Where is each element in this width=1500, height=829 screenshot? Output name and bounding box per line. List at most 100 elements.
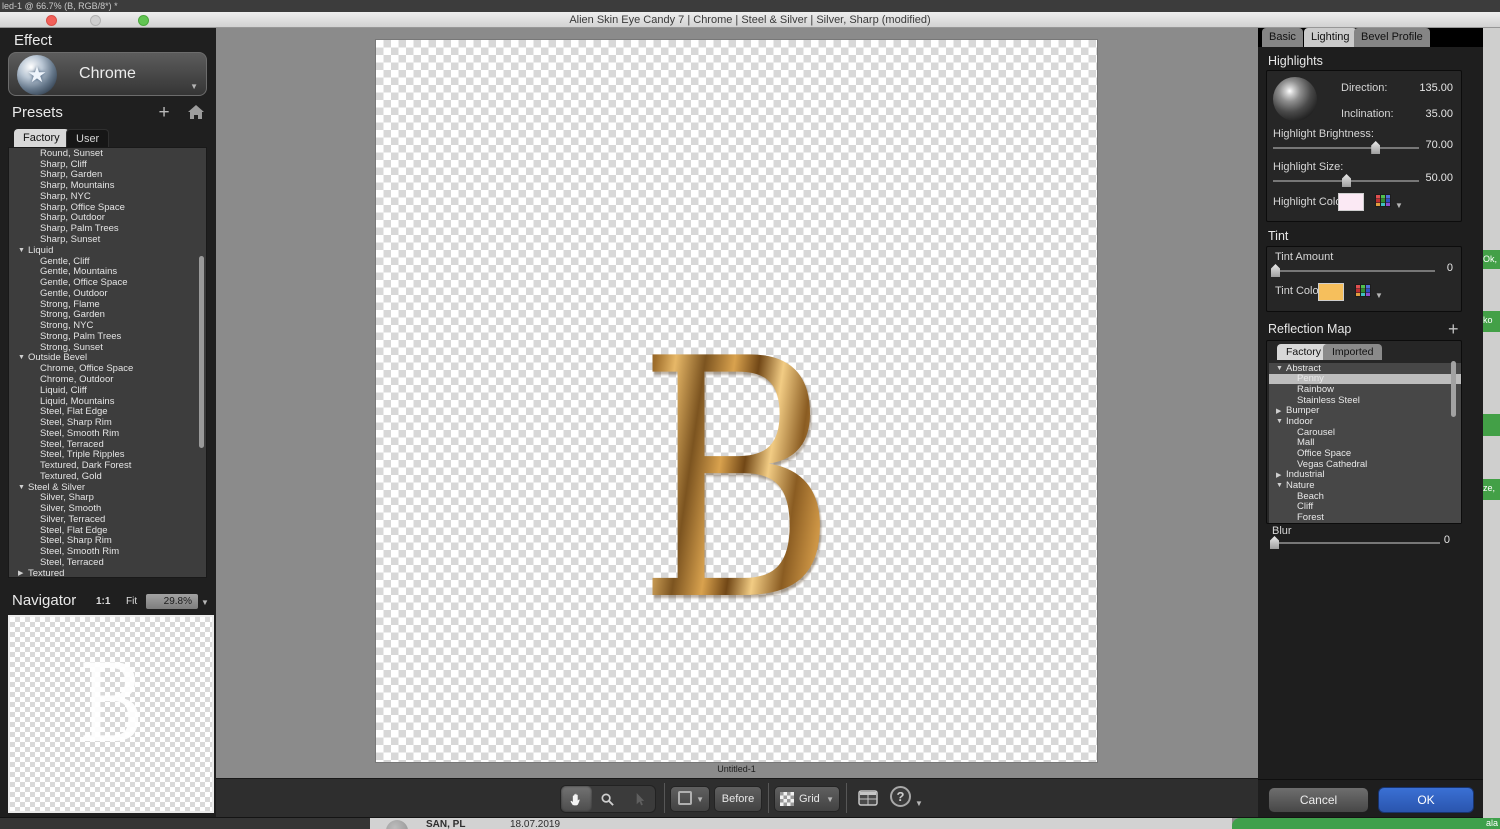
tree-toggle-icon[interactable]: ▶ (18, 569, 28, 577)
light-direction-sphere[interactable] (1273, 77, 1317, 121)
reflection-row[interactable]: Office Space (1269, 448, 1461, 459)
preset-row[interactable]: Steel, Smooth Rim (9, 546, 206, 557)
preset-row[interactable]: Strong, NYC (9, 320, 206, 331)
presets-tab-user[interactable]: User (66, 129, 110, 147)
minimize-window-button[interactable] (90, 15, 101, 26)
blur-value[interactable]: 0 (1390, 534, 1450, 546)
preset-row[interactable]: Sharp, Garden (9, 169, 206, 180)
before-button[interactable]: Before (714, 786, 762, 812)
preset-row[interactable]: Gentle, Outdoor (9, 288, 206, 299)
reflection-row[interactable]: Rainbow (1269, 384, 1461, 395)
reflection-row[interactable]: Forest (1269, 512, 1461, 523)
inclination-value[interactable]: 35.00 (1393, 108, 1453, 120)
preview-canvas[interactable]: B (375, 39, 1098, 763)
preset-row[interactable]: Liquid, Mountains (9, 396, 206, 407)
reflection-list-scrollbar[interactable] (1451, 361, 1456, 417)
cancel-button[interactable]: Cancel (1268, 787, 1369, 813)
preset-row[interactable]: Liquid, Cliff (9, 385, 206, 396)
chevron-down-icon[interactable]: ▼ (1375, 292, 1383, 300)
tree-toggle-icon[interactable]: ▼ (1276, 365, 1286, 372)
reflection-row[interactable]: ▼ Abstract (1269, 363, 1461, 374)
preset-row[interactable]: Silver, Sharp (9, 492, 206, 503)
preset-row[interactable]: Textured, Gold (9, 471, 206, 482)
reflection-tab-imported[interactable]: Imported (1323, 344, 1383, 360)
tree-toggle-icon[interactable]: ▼ (1276, 482, 1286, 489)
preset-row[interactable]: ▼ Outside Bevel (9, 352, 206, 363)
ok-button[interactable]: OK (1378, 787, 1474, 813)
preset-row[interactable]: Textured, Dark Forest (9, 460, 206, 471)
preset-row[interactable]: Gentle, Mountains (9, 266, 206, 277)
preset-row[interactable]: Steel, Flat Edge (9, 525, 206, 536)
preset-row[interactable]: Chrome, Office Space (9, 363, 206, 374)
highlight-size-value[interactable]: 50.00 (1393, 172, 1453, 184)
preset-row[interactable]: ▼ Steel & Silver (9, 482, 206, 493)
preset-row[interactable]: Silver, Smooth (9, 503, 206, 514)
close-window-button[interactable] (46, 15, 57, 26)
slider-thumb[interactable] (1371, 141, 1381, 154)
preset-row[interactable]: Chrome, Outdoor (9, 374, 206, 385)
home-icon[interactable] (188, 105, 204, 124)
tab-bevel-profile[interactable]: Bevel Profile (1354, 28, 1430, 47)
preset-row[interactable]: Strong, Palm Trees (9, 331, 206, 342)
preset-row[interactable]: ▼ Liquid (9, 245, 206, 256)
preset-row[interactable]: Round, Sunset (9, 148, 206, 159)
reflection-row[interactable]: Stainless Steel (1269, 395, 1461, 406)
preset-row[interactable]: Steel, Terraced (9, 557, 206, 568)
reflection-row[interactable]: Penny (1269, 373, 1461, 384)
preset-row[interactable]: Sharp, Sunset (9, 234, 206, 245)
panels-toggle-button[interactable] (856, 787, 880, 809)
preset-row[interactable]: Steel, Triple Ripples (9, 449, 206, 460)
preset-row[interactable]: Silver, Terraced (9, 514, 206, 525)
slider-thumb[interactable] (1342, 174, 1351, 187)
add-reflection-map-button[interactable]: + (1448, 319, 1459, 340)
preset-row[interactable]: Steel, Flat Edge (9, 406, 206, 417)
preset-row[interactable]: Steel, Sharp Rim (9, 535, 206, 546)
reflection-row[interactable]: Mall (1269, 437, 1461, 448)
preset-row[interactable]: Strong, Garden (9, 309, 206, 320)
reflection-row[interactable]: Vegas Cathedral (1269, 459, 1461, 470)
tree-toggle-icon[interactable]: ▼ (18, 247, 28, 254)
zoom-tool-button[interactable] (592, 786, 623, 812)
preset-row[interactable]: Steel, Terraced (9, 439, 206, 450)
preset-row[interactable]: Sharp, NYC (9, 191, 206, 202)
tint-amount-value[interactable]: 0 (1393, 262, 1453, 274)
reflection-row[interactable]: Beach (1269, 491, 1461, 502)
view-mode-dropdown[interactable]: ▼ (670, 786, 710, 812)
highlight-color-swatch[interactable] (1338, 193, 1364, 211)
add-preset-button[interactable]: + (155, 102, 173, 124)
preset-row[interactable]: Sharp, Mountains (9, 180, 206, 191)
color-picker-icon[interactable] (1375, 194, 1391, 212)
preset-row[interactable]: Sharp, Palm Trees (9, 223, 206, 234)
tint-color-swatch[interactable] (1318, 283, 1344, 301)
tree-toggle-icon[interactable]: ▶ (1276, 471, 1286, 479)
preset-row[interactable]: Steel, Sharp Rim (9, 417, 206, 428)
preset-row[interactable]: Strong, Flame (9, 299, 206, 310)
preset-row[interactable]: Sharp, Cliff (9, 159, 206, 170)
select-tool-button[interactable] (624, 786, 655, 812)
highlight-brightness-value[interactable]: 70.00 (1393, 139, 1453, 151)
chevron-down-icon[interactable]: ▼ (1395, 202, 1403, 210)
tab-basic[interactable]: Basic (1262, 28, 1303, 47)
preset-row[interactable]: Strong, Sunset (9, 342, 206, 353)
preset-row[interactable]: Gentle, Office Space (9, 277, 206, 288)
direction-value[interactable]: 135.00 (1393, 82, 1453, 94)
reflection-row[interactable]: ▼ Indoor (1269, 416, 1461, 427)
tree-toggle-icon[interactable]: ▼ (1276, 418, 1286, 425)
help-button[interactable]: ? (890, 786, 911, 807)
preset-row[interactable]: Sharp, Outdoor (9, 212, 206, 223)
navigator-fit-button[interactable]: Fit (126, 596, 137, 607)
presets-tab-factory[interactable]: Factory (14, 129, 69, 147)
reflection-row[interactable]: ▶ Industrial (1269, 469, 1461, 480)
preset-row[interactable]: Steel, Smooth Rim (9, 428, 206, 439)
tree-toggle-icon[interactable]: ▼ (18, 484, 28, 491)
navigator-preview[interactable]: B (8, 615, 214, 813)
preset-list-scrollbar[interactable] (199, 256, 204, 448)
preset-row[interactable]: Gentle, Cliff (9, 256, 206, 267)
hand-tool-button[interactable] (561, 786, 593, 812)
reflection-row[interactable]: ▶ Bumper (1269, 405, 1461, 416)
slider-thumb[interactable] (1271, 264, 1280, 277)
tree-toggle-icon[interactable]: ▶ (1276, 407, 1286, 415)
color-picker-icon[interactable] (1355, 284, 1371, 302)
tab-lighting[interactable]: Lighting (1304, 28, 1357, 47)
navigator-zoom-value[interactable]: 29.8% (146, 594, 198, 609)
